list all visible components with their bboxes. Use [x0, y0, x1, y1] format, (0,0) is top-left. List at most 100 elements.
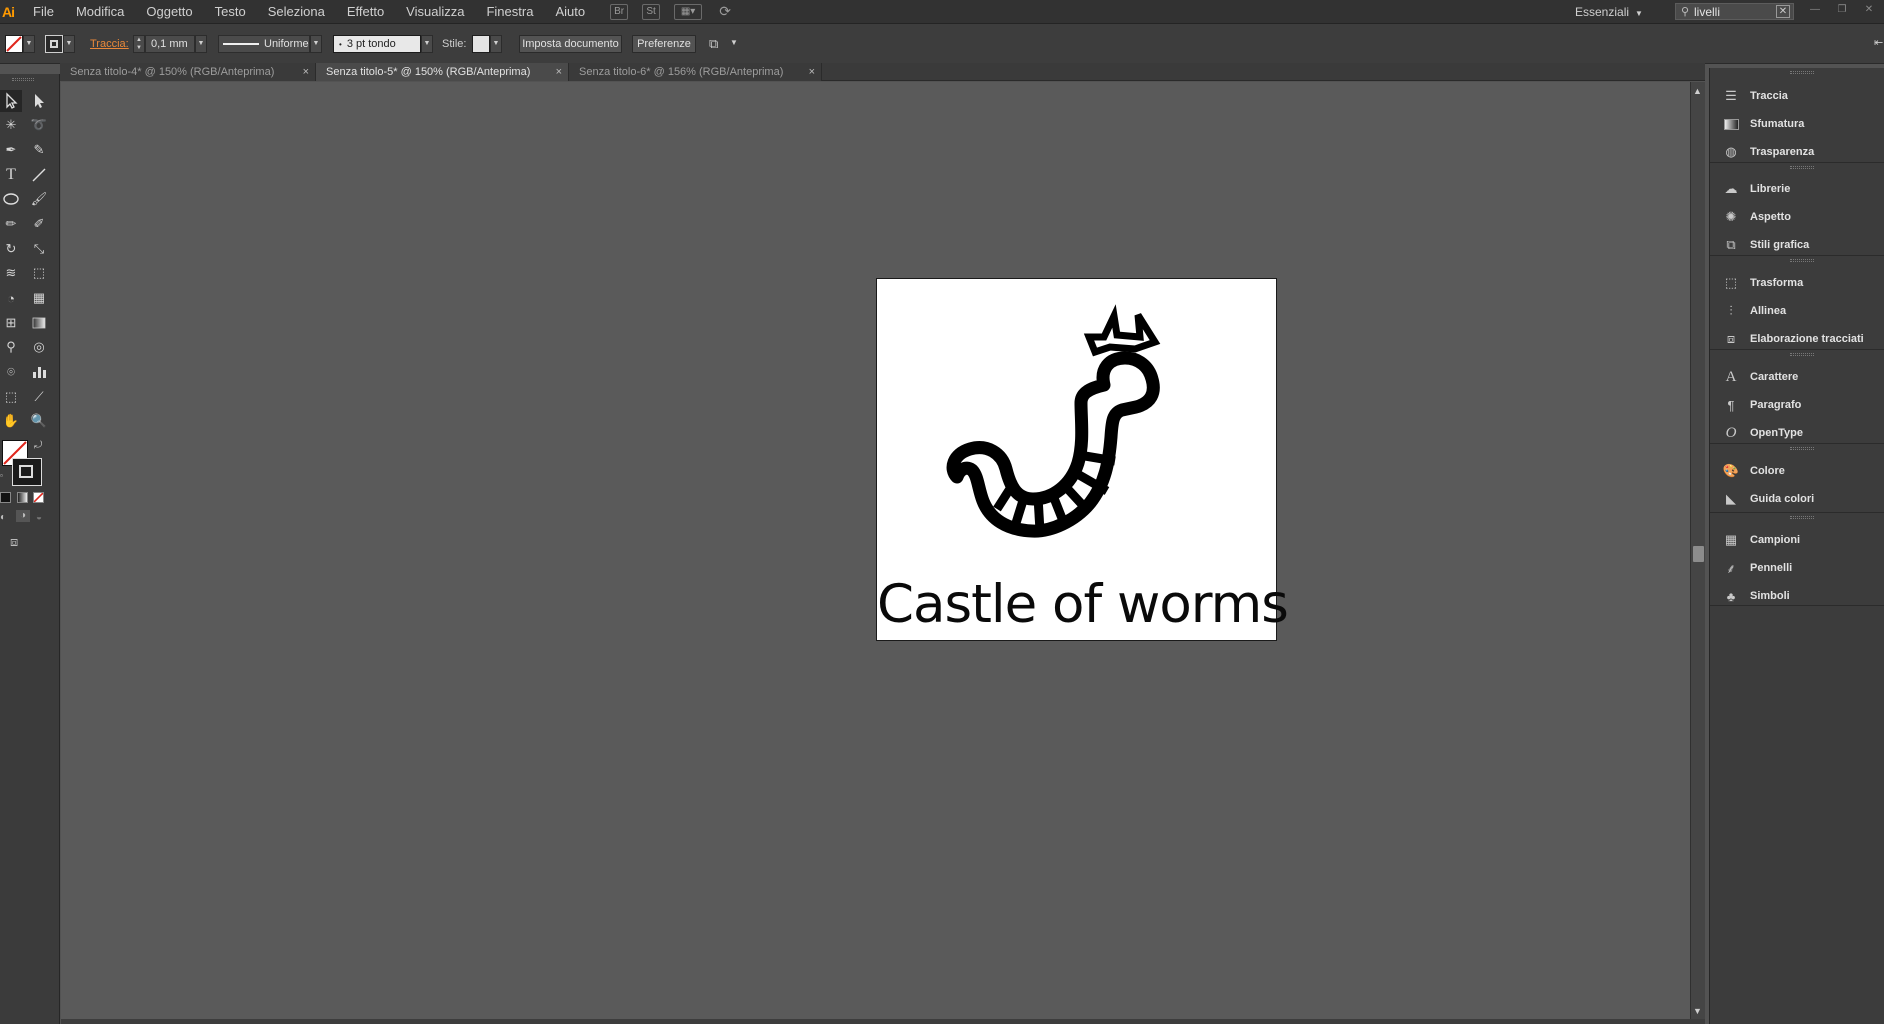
- panel-elaborazione-tracciati[interactable]: ⧈ Elaborazione tracciati: [1710, 325, 1884, 353]
- stock-icon[interactable]: St: [642, 3, 661, 20]
- gpu-performance-icon[interactable]: ⟳: [716, 3, 734, 20]
- search-input[interactable]: [1694, 4, 1774, 19]
- arrange-documents-icon[interactable]: ▦▾: [674, 3, 703, 20]
- symbol-sprayer-tool-icon[interactable]: ⌾: [0, 361, 22, 383]
- curvature-tool-icon[interactable]: ✎: [28, 139, 50, 161]
- menu-testo[interactable]: Testo: [204, 0, 257, 24]
- panel-sfumatura[interactable]: Sfumatura: [1710, 110, 1884, 138]
- close-icon[interactable]: ×: [556, 63, 562, 81]
- brush-select[interactable]: • 3 pt tondo: [333, 35, 421, 53]
- stroke-weight-field[interactable]: 0,1 mm: [145, 35, 195, 53]
- minimize-button[interactable]: —: [1804, 2, 1826, 18]
- direct-selection-tool-icon[interactable]: [28, 90, 50, 112]
- slice-tool-icon[interactable]: ⟋: [28, 386, 50, 408]
- graphic-style-swatch[interactable]: [472, 35, 490, 53]
- scale-tool-icon[interactable]: ⤡: [28, 238, 50, 260]
- shape-builder-tool-icon[interactable]: ◔: [0, 287, 22, 309]
- type-tool-icon[interactable]: T: [0, 164, 22, 186]
- line-segment-tool-icon[interactable]: [28, 164, 50, 186]
- panel-carattere[interactable]: A Carattere: [1710, 363, 1884, 391]
- panel-grip[interactable]: [1790, 353, 1814, 356]
- none-mode-button[interactable]: [33, 492, 44, 503]
- magic-wand-tool-icon[interactable]: ✳: [0, 114, 22, 136]
- tab-document-4[interactable]: Senza titolo-4* @ 150% (RGB/Anteprima) ×: [60, 63, 316, 81]
- pencil-tool-icon[interactable]: ✏: [0, 213, 22, 235]
- panel-allinea[interactable]: ⫶ Allinea: [1710, 297, 1884, 325]
- width-tool-icon[interactable]: ≋: [0, 262, 22, 284]
- draw-normal-icon[interactable]: ◐: [0, 512, 6, 523]
- menu-finestra[interactable]: Finestra: [475, 0, 544, 24]
- panel-grip[interactable]: [1790, 447, 1814, 450]
- control-menu-chevron-icon[interactable]: ▼: [730, 38, 738, 47]
- panel-simboli[interactable]: ♣ Simboli: [1710, 582, 1884, 610]
- panel-aspetto[interactable]: ✺ Aspetto: [1710, 203, 1884, 231]
- stroke-weight-dropdown[interactable]: ▼: [195, 35, 207, 53]
- menu-aiuto[interactable]: Aiuto: [544, 0, 596, 24]
- panel-grip[interactable]: [1790, 259, 1814, 262]
- artboard-title-text[interactable]: Castle of worms: [877, 575, 1289, 635]
- perspective-grid-tool-icon[interactable]: ▦: [28, 287, 50, 309]
- menu-visualizza[interactable]: Visualizza: [395, 0, 475, 24]
- stroke-color-box[interactable]: [12, 458, 42, 486]
- default-colors-icon[interactable]: ▫: [0, 471, 3, 480]
- zoom-tool-icon[interactable]: 🔍: [28, 410, 50, 432]
- panel-pennelli[interactable]: ⸙ Pennelli: [1710, 554, 1884, 582]
- swap-colors-icon[interactable]: ⤾: [34, 440, 42, 451]
- free-transform-tool-icon[interactable]: ⬚: [28, 262, 50, 284]
- stroke-swatch[interactable]: [45, 35, 63, 53]
- menu-file[interactable]: File: [22, 0, 65, 24]
- stroke-dropdown[interactable]: ▼: [63, 35, 75, 53]
- scroll-up-icon[interactable]: ▲: [1693, 86, 1702, 96]
- gradient-mode-button[interactable]: [17, 492, 28, 503]
- horizontal-scrollbar[interactable]: [61, 1019, 1705, 1024]
- close-icon[interactable]: ×: [809, 63, 815, 81]
- column-graph-tool-icon[interactable]: [28, 361, 50, 383]
- tab-document-5[interactable]: Senza titolo-5* @ 150% (RGB/Anteprima) ×: [316, 63, 569, 81]
- color-mode-button[interactable]: [0, 492, 11, 503]
- brush-dropdown[interactable]: ▼: [421, 35, 433, 53]
- menu-oggetto[interactable]: Oggetto: [135, 0, 203, 24]
- panel-colore[interactable]: 🎨 Colore: [1710, 457, 1884, 485]
- scroll-thumb[interactable]: [1693, 546, 1704, 562]
- document-setup-button[interactable]: Imposta documento: [519, 35, 622, 53]
- selection-tool-icon[interactable]: [0, 90, 22, 112]
- panel-opentype[interactable]: O OpenType: [1710, 419, 1884, 447]
- panel-trasparenza[interactable]: ◍ Trasparenza: [1710, 138, 1884, 166]
- screen-mode-icon[interactable]: ⧈: [10, 534, 18, 550]
- panel-trasforma[interactable]: ⬚ Trasforma: [1710, 269, 1884, 297]
- menu-seleziona[interactable]: Seleziona: [257, 0, 336, 24]
- stroke-profile-select[interactable]: Uniforme: [218, 35, 310, 53]
- workspace-switcher[interactable]: Essenziali ▼: [1575, 0, 1643, 24]
- fill-swatch[interactable]: [5, 35, 23, 53]
- panel-librerie[interactable]: ☁ Librerie: [1710, 175, 1884, 203]
- vertical-scrollbar[interactable]: ▲ ▼: [1690, 82, 1705, 1022]
- artboard[interactable]: Castle of worms: [876, 278, 1289, 641]
- clear-search-button[interactable]: ✕: [1776, 5, 1790, 18]
- tab-document-6[interactable]: Senza titolo-6* @ 156% (RGB/Anteprima) ×: [569, 63, 822, 81]
- arrange-icon[interactable]: ⧉: [709, 36, 718, 52]
- close-icon[interactable]: ×: [303, 63, 309, 81]
- paintbrush-tool-icon[interactable]: 🖌: [28, 188, 50, 210]
- pen-tool-icon[interactable]: ✒: [0, 139, 22, 161]
- panel-collapse-icon[interactable]: ⇤: [1874, 36, 1883, 49]
- canvas[interactable]: Castle of worms: [61, 82, 1690, 1022]
- panel-traccia[interactable]: ☰ Traccia: [1710, 82, 1884, 110]
- bridge-icon[interactable]: Br: [610, 3, 629, 20]
- mesh-tool-icon[interactable]: ⊞: [0, 312, 22, 334]
- scroll-down-icon[interactable]: ▼: [1693, 1006, 1702, 1016]
- blob-brush-tool-icon[interactable]: ✐: [28, 213, 50, 235]
- rotate-tool-icon[interactable]: ↻: [0, 238, 22, 260]
- draw-inside-icon[interactable]: ◒: [36, 512, 42, 523]
- lasso-tool-icon[interactable]: ➰: [28, 114, 50, 136]
- hand-tool-icon[interactable]: ✋: [0, 410, 22, 432]
- panel-grip[interactable]: [1790, 71, 1814, 74]
- fill-dropdown[interactable]: ▼: [23, 35, 35, 53]
- graphic-style-dropdown[interactable]: ▼: [490, 35, 502, 53]
- artboard-tool-icon[interactable]: ⬚: [0, 386, 22, 408]
- eyedropper-tool-icon[interactable]: ⚲: [0, 336, 22, 358]
- stroke-profile-dropdown[interactable]: ▼: [310, 35, 322, 53]
- close-button[interactable]: ✕: [1858, 2, 1880, 18]
- panel-grip[interactable]: [1790, 166, 1814, 169]
- preferences-button[interactable]: Preferenze: [632, 35, 696, 53]
- stroke-label[interactable]: Traccia:: [90, 38, 129, 50]
